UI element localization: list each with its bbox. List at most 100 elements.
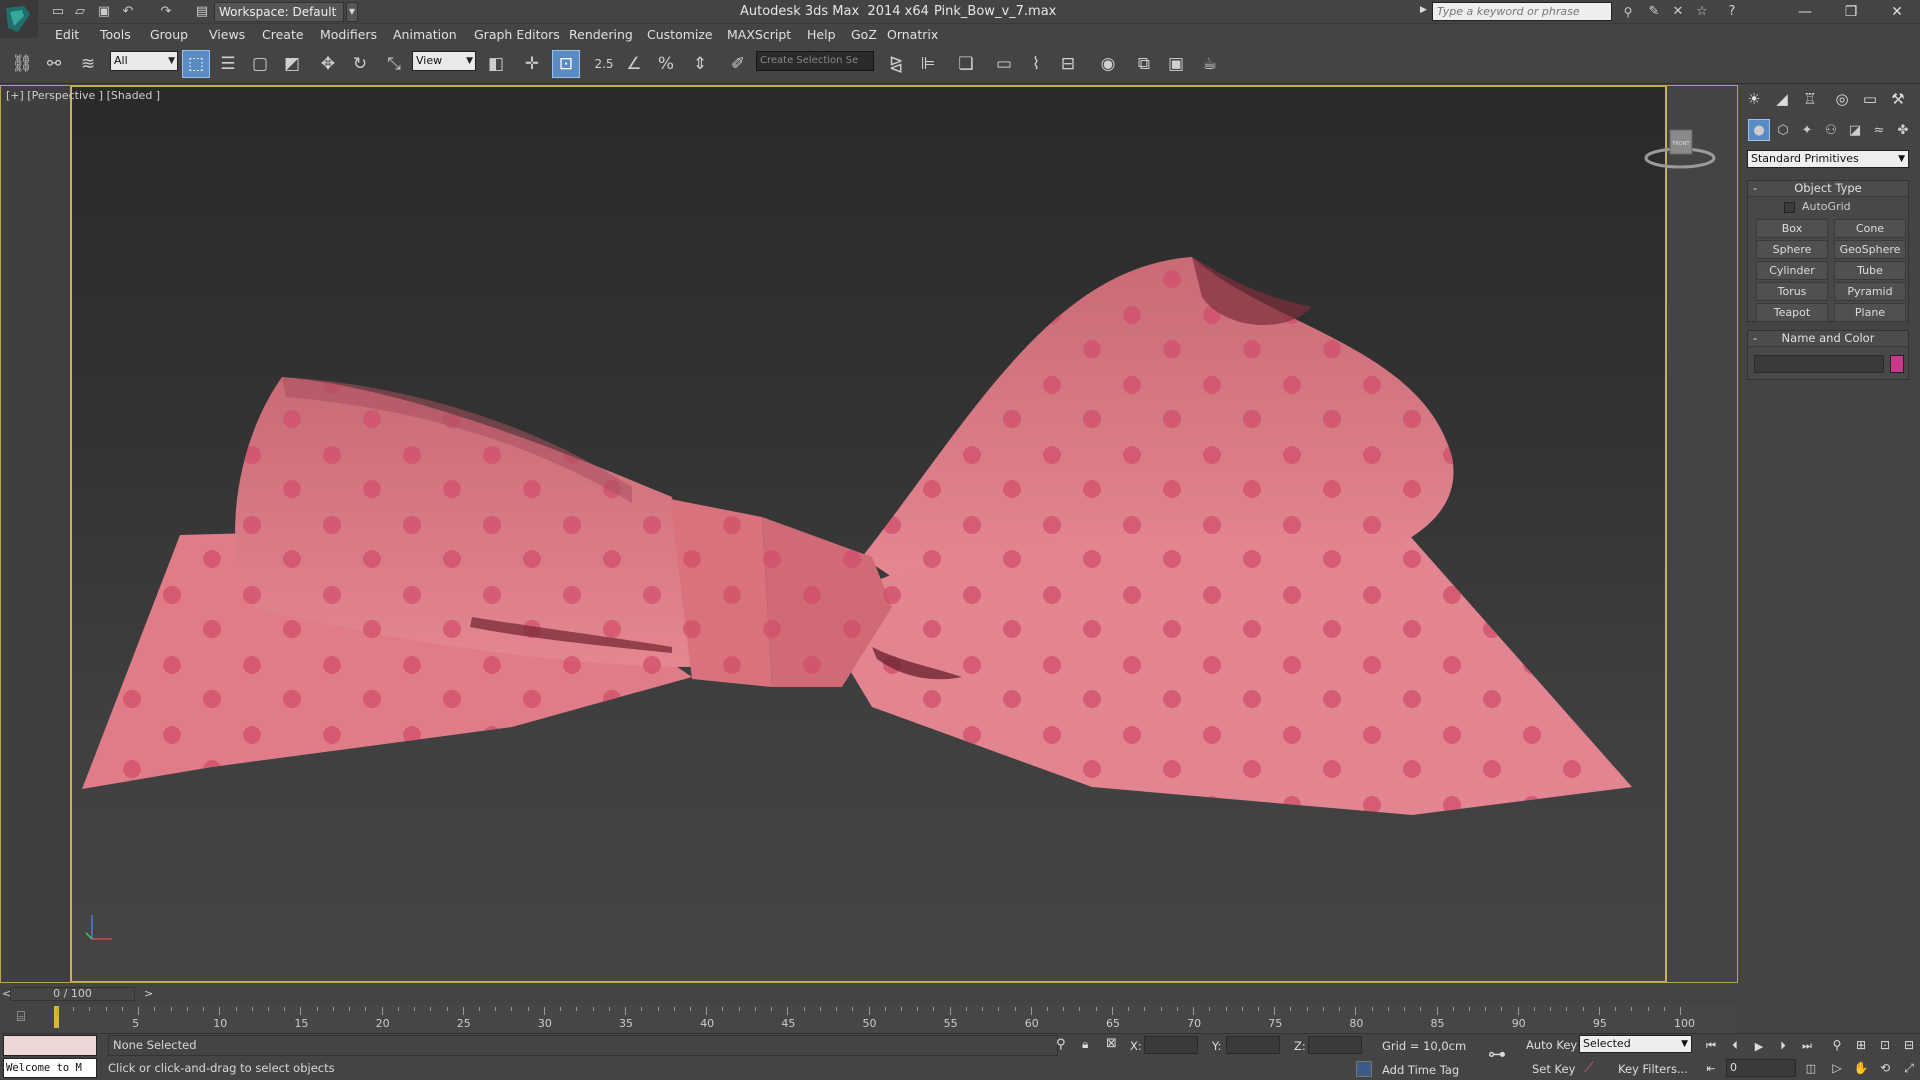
default-tangents-icon[interactable]: ⟋: [1584, 1060, 1594, 1076]
systems-icon[interactable]: ✤: [1892, 119, 1914, 141]
menu-ornatrix[interactable]: Ornatrix: [887, 27, 938, 42]
time-configuration-icon[interactable]: ◫: [1800, 1059, 1822, 1077]
subscription-icon[interactable]: ✎: [1644, 3, 1664, 21]
rectangular-selection-icon[interactable]: ▢: [246, 50, 274, 78]
select-move-icon[interactable]: ✥: [314, 50, 342, 78]
viewcube[interactable]: FRONT: [1640, 120, 1720, 180]
play-icon[interactable]: ▶: [1748, 1037, 1770, 1055]
spinner-snap-icon[interactable]: ⇕: [686, 50, 714, 78]
geometry-icon[interactable]: ●: [1748, 119, 1770, 141]
helpers-icon[interactable]: ◪: [1844, 119, 1866, 141]
absolute-mode-icon[interactable]: ⊠: [1106, 1036, 1117, 1051]
viewport-label-menu[interactable]: [+] [Perspective ] [Shaded ]: [6, 89, 160, 102]
menu-goz[interactable]: GoZ: [851, 27, 877, 42]
menu-graph-editors[interactable]: Graph Editors: [474, 27, 560, 42]
link-icon[interactable]: ⛓: [8, 50, 36, 78]
select-manipulate-icon[interactable]: ✛: [518, 50, 546, 78]
unlink-icon[interactable]: ⚯: [40, 50, 68, 78]
align-icon[interactable]: ⊫: [914, 50, 942, 78]
maximize-viewport-icon[interactable]: ⤢: [1898, 1058, 1920, 1078]
window-crossing-icon[interactable]: ◩: [278, 50, 306, 78]
field-of-view-icon[interactable]: ▷: [1826, 1058, 1848, 1078]
go-to-start-icon[interactable]: ⏮: [1700, 1037, 1722, 1055]
angle-snap-icon[interactable]: ∠: [620, 50, 648, 78]
menu-help[interactable]: Help: [807, 27, 836, 42]
teapot-button[interactable]: Teapot: [1756, 303, 1828, 322]
menu-customize[interactable]: Customize: [647, 27, 713, 42]
search-expand-icon[interactable]: ▶: [1420, 5, 1427, 15]
binoculars-icon[interactable]: ⚲: [1618, 3, 1638, 21]
project-folder-icon[interactable]: ▤: [192, 3, 212, 21]
torus-button[interactable]: Torus: [1756, 282, 1828, 301]
cameras-icon[interactable]: ⚇: [1820, 119, 1842, 141]
tube-button[interactable]: Tube: [1834, 261, 1906, 280]
object-name-input[interactable]: [1754, 355, 1884, 373]
redo-icon[interactable]: ↷: [156, 3, 176, 21]
auto-key-button[interactable]: Auto Key: [1526, 1038, 1577, 1052]
maxscript-output[interactable]: Welcome to M: [3, 1058, 97, 1078]
time-tag-icon[interactable]: [1356, 1061, 1372, 1077]
render-production-icon[interactable]: ☕: [1196, 50, 1224, 78]
key-filters-button[interactable]: Key Filters...: [1618, 1062, 1688, 1076]
utilities-tab-icon[interactable]: ⚒: [1886, 88, 1910, 110]
named-selection-set-input[interactable]: Create Selection Se: [756, 51, 874, 71]
plane-button[interactable]: Plane: [1834, 303, 1906, 322]
snaps-toggle-icon[interactable]: 2.5: [590, 50, 618, 78]
mini-curve-editor-icon[interactable]: ⌸: [8, 1009, 34, 1029]
save-file-icon[interactable]: ▣: [94, 3, 114, 21]
menu-create[interactable]: Create: [262, 27, 304, 42]
key-mode-dropdown[interactable]: Selected ▼: [1579, 1035, 1692, 1053]
rendered-frame-window-icon[interactable]: ▣: [1162, 50, 1190, 78]
edit-named-selection-icon[interactable]: ✐: [724, 50, 752, 78]
create-tab-icon[interactable]: ☀: [1742, 88, 1766, 110]
selection-lock-icon[interactable]: 🔒︎: [1082, 1037, 1088, 1052]
object-color-swatch[interactable]: [1890, 355, 1904, 373]
menu-rendering[interactable]: Rendering: [569, 27, 633, 42]
maxscript-listener-input[interactable]: [3, 1035, 97, 1056]
zoom-extents-icon[interactable]: ⊡: [1874, 1035, 1896, 1055]
key-mode-toggle-icon[interactable]: ⇤: [1700, 1059, 1722, 1077]
minimize-icon[interactable]: —: [1782, 0, 1828, 24]
sphere-button[interactable]: Sphere: [1756, 240, 1828, 259]
reference-coordinate-dropdown[interactable]: View ▼: [412, 51, 476, 71]
menu-group[interactable]: Group: [150, 27, 188, 42]
slider-next-icon[interactable]: >: [144, 987, 153, 1000]
cone-button[interactable]: Cone: [1834, 219, 1906, 238]
select-rotate-icon[interactable]: ↻: [346, 50, 374, 78]
material-editor-icon[interactable]: ◉: [1094, 50, 1122, 78]
x-coordinate-input[interactable]: [1144, 1036, 1198, 1054]
keyboard-shortcut-override-icon[interactable]: ⊡: [552, 50, 580, 78]
cylinder-button[interactable]: Cylinder: [1756, 261, 1828, 280]
menu-views[interactable]: Views: [209, 27, 245, 42]
graphite-ribbon-icon[interactable]: ▭: [990, 50, 1018, 78]
search-input[interactable]: Type a keyword or phrase: [1432, 2, 1612, 21]
geosphere-button[interactable]: GeoSphere: [1834, 240, 1906, 259]
time-slider-track[interactable]: [0, 983, 1738, 1005]
render-setup-icon[interactable]: ⧉: [1130, 50, 1158, 78]
modify-tab-icon[interactable]: ◢: [1770, 88, 1794, 110]
zoom-icon[interactable]: ⚲: [1826, 1035, 1848, 1055]
hierarchy-tab-icon[interactable]: ♖: [1798, 88, 1822, 110]
box-button[interactable]: Box: [1756, 219, 1828, 238]
display-tab-icon[interactable]: ▭: [1858, 88, 1882, 110]
workspace-dropdown[interactable]: Workspace: Default: [214, 2, 344, 22]
layer-manager-icon[interactable]: ❏: [952, 50, 980, 78]
select-by-name-icon[interactable]: ☰: [214, 50, 242, 78]
pan-view-icon[interactable]: ✋: [1850, 1058, 1872, 1078]
app-logo-button[interactable]: [0, 0, 38, 38]
next-frame-icon[interactable]: ⏵: [1772, 1037, 1794, 1055]
pivot-center-icon[interactable]: ◧: [482, 50, 510, 78]
name-color-header[interactable]: - Name and Color: [1748, 331, 1908, 347]
selection-filter-dropdown[interactable]: All ▼: [110, 51, 178, 71]
add-time-tag-button[interactable]: Add Time Tag: [1382, 1063, 1459, 1077]
object-type-header[interactable]: - Object Type: [1748, 181, 1908, 197]
undo-icon[interactable]: ↶: [118, 3, 138, 21]
orbit-icon[interactable]: ⟲: [1874, 1058, 1896, 1078]
menu-modifiers[interactable]: Modifiers: [320, 27, 377, 42]
go-to-end-icon[interactable]: ⏭: [1796, 1037, 1818, 1055]
time-slider-thumb[interactable]: 0 / 100: [10, 987, 135, 1001]
menu-animation[interactable]: Animation: [393, 27, 457, 42]
current-frame-input[interactable]: 0: [1726, 1059, 1796, 1077]
zoom-extents-all-icon[interactable]: ⊟: [1898, 1035, 1920, 1055]
mirror-icon[interactable]: ⧎: [882, 50, 910, 78]
